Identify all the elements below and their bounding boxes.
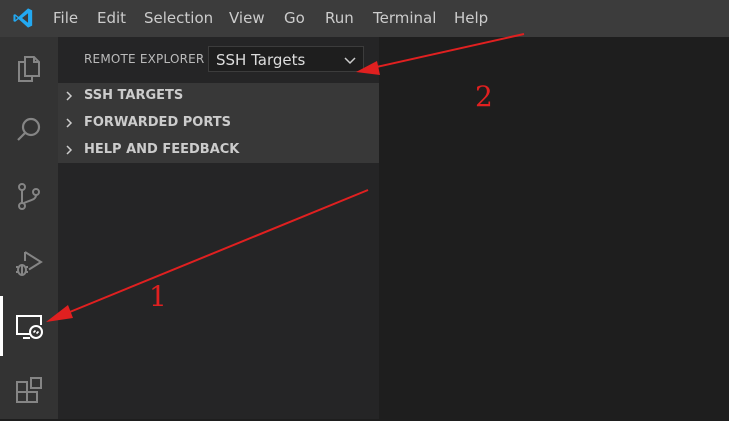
menu-go[interactable]: Go bbox=[284, 9, 305, 27]
section-label: HELP AND FEEDBACK bbox=[84, 142, 240, 157]
sidebar-title: REMOTE EXPLORER bbox=[84, 52, 205, 66]
menu-view[interactable]: View bbox=[229, 9, 265, 27]
sidebar-header: REMOTE EXPLORER SSH Targets bbox=[58, 37, 379, 83]
section-help-feedback[interactable]: HELP AND FEEDBACK bbox=[58, 137, 379, 164]
activity-remote-explorer[interactable] bbox=[0, 296, 58, 356]
chevron-right-icon bbox=[66, 145, 73, 155]
extensions-icon bbox=[16, 377, 42, 403]
activity-extensions[interactable] bbox=[0, 361, 58, 421]
select-value: SSH Targets bbox=[216, 51, 306, 69]
remote-explorer-icon bbox=[16, 315, 43, 339]
search-icon bbox=[17, 117, 41, 141]
menu-edit[interactable]: Edit bbox=[97, 9, 126, 27]
menu-selection[interactable]: Selection bbox=[144, 9, 213, 27]
section-label: SSH TARGETS bbox=[84, 88, 184, 103]
activity-bar bbox=[0, 37, 58, 419]
menu-terminal[interactable]: Terminal bbox=[373, 9, 436, 27]
menu-bar: File Edit Selection View Go Run Terminal… bbox=[0, 0, 729, 37]
activity-search[interactable] bbox=[0, 100, 58, 160]
vscode-logo-icon bbox=[13, 8, 33, 28]
section-ssh-targets[interactable]: SSH TARGETS bbox=[58, 83, 379, 110]
run-debug-icon bbox=[16, 251, 43, 276]
remote-target-select[interactable]: SSH Targets bbox=[208, 46, 364, 72]
chevron-right-icon bbox=[66, 91, 73, 101]
source-control-icon bbox=[18, 183, 40, 210]
chevron-right-icon bbox=[66, 118, 73, 128]
remote-explorer-sidebar: REMOTE EXPLORER SSH Targets SSH TARGETS … bbox=[58, 37, 379, 419]
activity-run-debug[interactable] bbox=[0, 233, 58, 293]
chevron-down-icon bbox=[344, 57, 356, 65]
annotation-label-2: 2 bbox=[475, 80, 493, 113]
section-label: FORWARDED PORTS bbox=[84, 115, 231, 130]
menu-run[interactable]: Run bbox=[325, 9, 354, 27]
activity-explorer[interactable] bbox=[0, 39, 58, 99]
menu-help[interactable]: Help bbox=[454, 9, 488, 27]
arrow-2 bbox=[371, 33, 525, 69]
annotation-label-1: 1 bbox=[149, 280, 167, 313]
activity-source-control[interactable] bbox=[0, 166, 58, 226]
sections-panel: SSH TARGETS FORWARDED PORTS HELP AND FEE… bbox=[58, 83, 379, 163]
explorer-icon bbox=[18, 56, 40, 82]
section-forwarded-ports[interactable]: FORWARDED PORTS bbox=[58, 110, 379, 137]
menu-file[interactable]: File bbox=[53, 9, 78, 27]
